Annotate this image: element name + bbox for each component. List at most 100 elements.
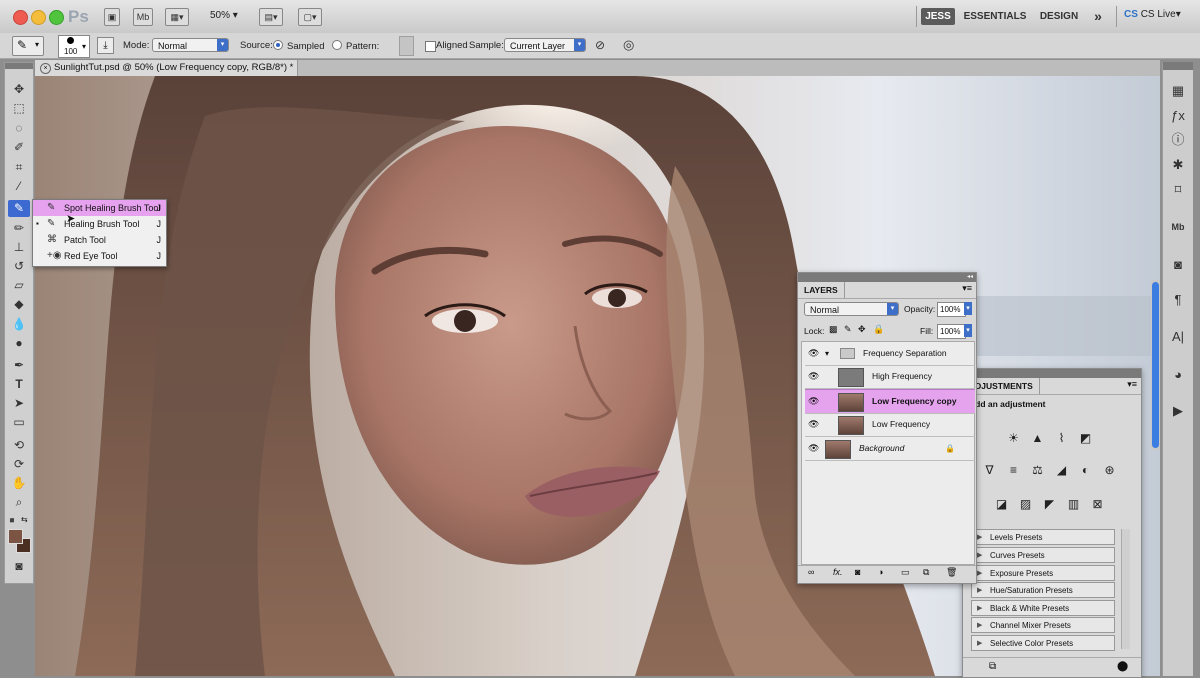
spot-healing-brush-tool-icon[interactable]: ✎ — [8, 200, 30, 217]
workspace-essentials[interactable]: ESSENTIALS — [963, 8, 1027, 25]
dodge-tool-icon[interactable]: ● — [8, 335, 30, 352]
minimize-window-button[interactable] — [31, 10, 46, 25]
mini-bridge-icon[interactable]: Mb — [1168, 218, 1188, 236]
move-tool-icon[interactable]: ✥ — [8, 81, 30, 98]
eye-icon[interactable]: 👁 — [808, 365, 820, 388]
close-window-button[interactable] — [13, 10, 28, 25]
default-colors-icon[interactable]: ◾ — [7, 516, 17, 525]
brush-panel-icon[interactable]: ⤓ — [97, 37, 114, 54]
pattern-picker[interactable] — [399, 36, 414, 56]
layer-row-low-frequency[interactable]: 👁 Low Frequency — [805, 413, 975, 437]
levels-icon[interactable]: ▲ — [1029, 430, 1046, 447]
threshold-icon[interactable]: ◤ — [1041, 496, 1058, 513]
preset-curves[interactable]: ▶ Curves Presets — [971, 547, 1115, 563]
swatches-icon[interactable]: ⌑ — [1168, 181, 1188, 199]
preset-levels[interactable]: ▶ Levels Presets — [971, 529, 1115, 545]
zoom-tool-icon[interactable]: ⌕ — [8, 494, 30, 511]
aligned-checkbox[interactable] — [425, 41, 436, 52]
styles-icon[interactable]: ◕ — [1168, 366, 1188, 384]
collapse-panel-icon[interactable]: ◂◂ — [967, 273, 973, 280]
photo-filter-icon[interactable]: ◐ — [1077, 462, 1094, 479]
view-extras-icon[interactable]: ▦▾ — [165, 8, 189, 26]
vibrance-icon[interactable]: ∇ — [981, 462, 998, 479]
clone-stamp-tool-icon[interactable]: ⊥ — [8, 239, 30, 256]
auto-select-mask-icon[interactable]: ⬤ — [1117, 661, 1128, 672]
sample-dropdown[interactable]: Current Layer ▾ — [504, 38, 586, 52]
actions-icon[interactable]: ¶ — [1168, 291, 1188, 309]
delete-layer-icon[interactable]: 🗑 — [946, 567, 957, 578]
add-mask-icon[interactable]: ◙ — [855, 567, 860, 577]
curves-icon[interactable]: ⌇ — [1053, 430, 1070, 447]
preset-exposure[interactable]: ▶ Exposure Presets — [971, 565, 1115, 581]
navigator-icon[interactable]: ▦ — [1168, 82, 1188, 100]
quick-selection-tool-icon[interactable]: ✐ — [8, 139, 30, 156]
type-tool-icon[interactable]: T — [8, 376, 30, 393]
posterize-icon[interactable]: ▨ — [1017, 496, 1034, 513]
lock-position-icon[interactable]: ✥ — [858, 324, 866, 335]
close-document-icon[interactable]: × — [40, 63, 51, 74]
hue-saturation-icon[interactable]: ≡ — [1005, 462, 1022, 479]
paint-bucket-tool-icon[interactable]: ◆ — [8, 296, 30, 313]
zoom-level-dropdown[interactable]: 50% ▾ — [210, 10, 238, 21]
crop-tool-icon[interactable]: ⌗ — [8, 159, 30, 176]
eye-icon[interactable]: 👁 — [808, 413, 820, 436]
flyout-item-red-eye[interactable]: +◉ Red Eye Tool J — [33, 248, 166, 264]
flyout-item-patch[interactable]: ⌘ Patch Tool J — [33, 232, 166, 248]
layer-row-low-frequency-copy[interactable]: 👁 Low Frequency copy — [805, 389, 975, 414]
new-adjustment-layer-icon[interactable]: ◑ — [878, 567, 883, 577]
path-selection-tool-icon[interactable]: ➤ — [8, 395, 30, 412]
scrollbar-thumb[interactable] — [1152, 282, 1159, 448]
blur-tool-icon[interactable]: 💧 — [8, 316, 30, 333]
panel-menu-icon[interactable]: ▾≡ — [962, 283, 972, 294]
layer-row-background[interactable]: 👁 Background 🔒 — [805, 437, 975, 461]
opacity-input[interactable]: 100% — [937, 302, 966, 317]
history-icon[interactable]: ◙ — [1168, 256, 1188, 274]
eye-icon[interactable]: 👁 — [808, 342, 820, 365]
eyedropper-tool-icon[interactable]: ⁄ — [8, 178, 30, 195]
workspace-jess[interactable]: JESS — [921, 8, 955, 25]
tab-layers[interactable]: LAYERS — [798, 282, 845, 298]
mini-bridge-button[interactable]: Mb — [133, 8, 153, 26]
brush-tool-icon[interactable]: ✏ — [8, 220, 30, 237]
selective-color-icon[interactable]: ⊠ — [1089, 496, 1106, 513]
gradient-map-icon[interactable]: ▥ — [1065, 496, 1082, 513]
eraser-tool-icon[interactable]: ▱ — [8, 277, 30, 294]
pen-tool-icon[interactable]: ✒ — [8, 357, 30, 374]
eye-icon[interactable]: 👁 — [808, 390, 820, 413]
blend-mode-dropdown[interactable]: Normal ▾ — [804, 302, 899, 316]
3d-rotate-tool-icon[interactable]: ⟲ — [8, 437, 30, 454]
panel-titlebar[interactable] — [963, 369, 1141, 378]
flyout-item-healing-brush[interactable]: ▪ ✎ Healing Brush Tool J — [33, 216, 166, 232]
lasso-tool-icon[interactable]: ◌ — [8, 120, 30, 137]
flyout-item-spot-healing-brush[interactable]: ✎ Spot Healing Brush Tool J — [33, 200, 166, 216]
preset-selective-color[interactable]: ▶ Selective Color Presets — [971, 635, 1115, 651]
workspace-design[interactable]: DESIGN — [1039, 8, 1079, 25]
color-balance-icon[interactable]: ⚖ — [1029, 462, 1046, 479]
lock-transparent-icon[interactable]: ▩ — [829, 324, 838, 335]
zoom-window-button[interactable] — [49, 10, 64, 25]
lock-all-icon[interactable]: 🔒 — [873, 324, 884, 335]
new-layer-icon[interactable]: ⧉ — [923, 567, 929, 578]
brightness-contrast-icon[interactable]: ☀ — [1005, 430, 1022, 447]
color-icon[interactable]: ✱ — [1168, 156, 1188, 174]
layer-row-high-frequency[interactable]: 👁 High Frequency — [805, 365, 975, 389]
layer-row-group[interactable]: 👁 ▾ Frequency Separation — [805, 342, 975, 366]
link-layers-icon[interactable]: ∞ — [808, 567, 814, 577]
arrange-documents-icon[interactable]: ▤▾ — [259, 8, 283, 26]
invert-icon[interactable]: ◪ — [993, 496, 1010, 513]
tool-preset-picker[interactable]: ✎ ▾ — [12, 36, 44, 56]
foreground-color-swatch[interactable] — [8, 529, 23, 544]
3d-orbit-tool-icon[interactable]: ⟳ — [8, 456, 30, 473]
fill-input[interactable]: 100% — [937, 324, 966, 339]
toolbox-header[interactable] — [5, 63, 33, 69]
canvas-scrollbar[interactable] — [1151, 280, 1160, 450]
panel-titlebar[interactable] — [798, 273, 976, 282]
clip-to-layer-icon[interactable]: ⧉ — [989, 661, 996, 672]
preset-black-white[interactable]: ▶ Black & White Presets — [971, 600, 1115, 616]
launch-bridge-icon[interactable]: ▣ — [104, 8, 120, 26]
document-tab[interactable]: × SunlightTut.psd @ 50% (Low Frequency c… — [35, 60, 298, 76]
screen-mode-icon[interactable]: ▢▾ — [298, 8, 322, 26]
panel-menu-icon[interactable]: ▾≡ — [1127, 379, 1137, 390]
shape-tool-icon[interactable]: ▭ — [8, 414, 30, 431]
preset-channel-mixer[interactable]: ▶ Channel Mixer Presets — [971, 617, 1115, 633]
